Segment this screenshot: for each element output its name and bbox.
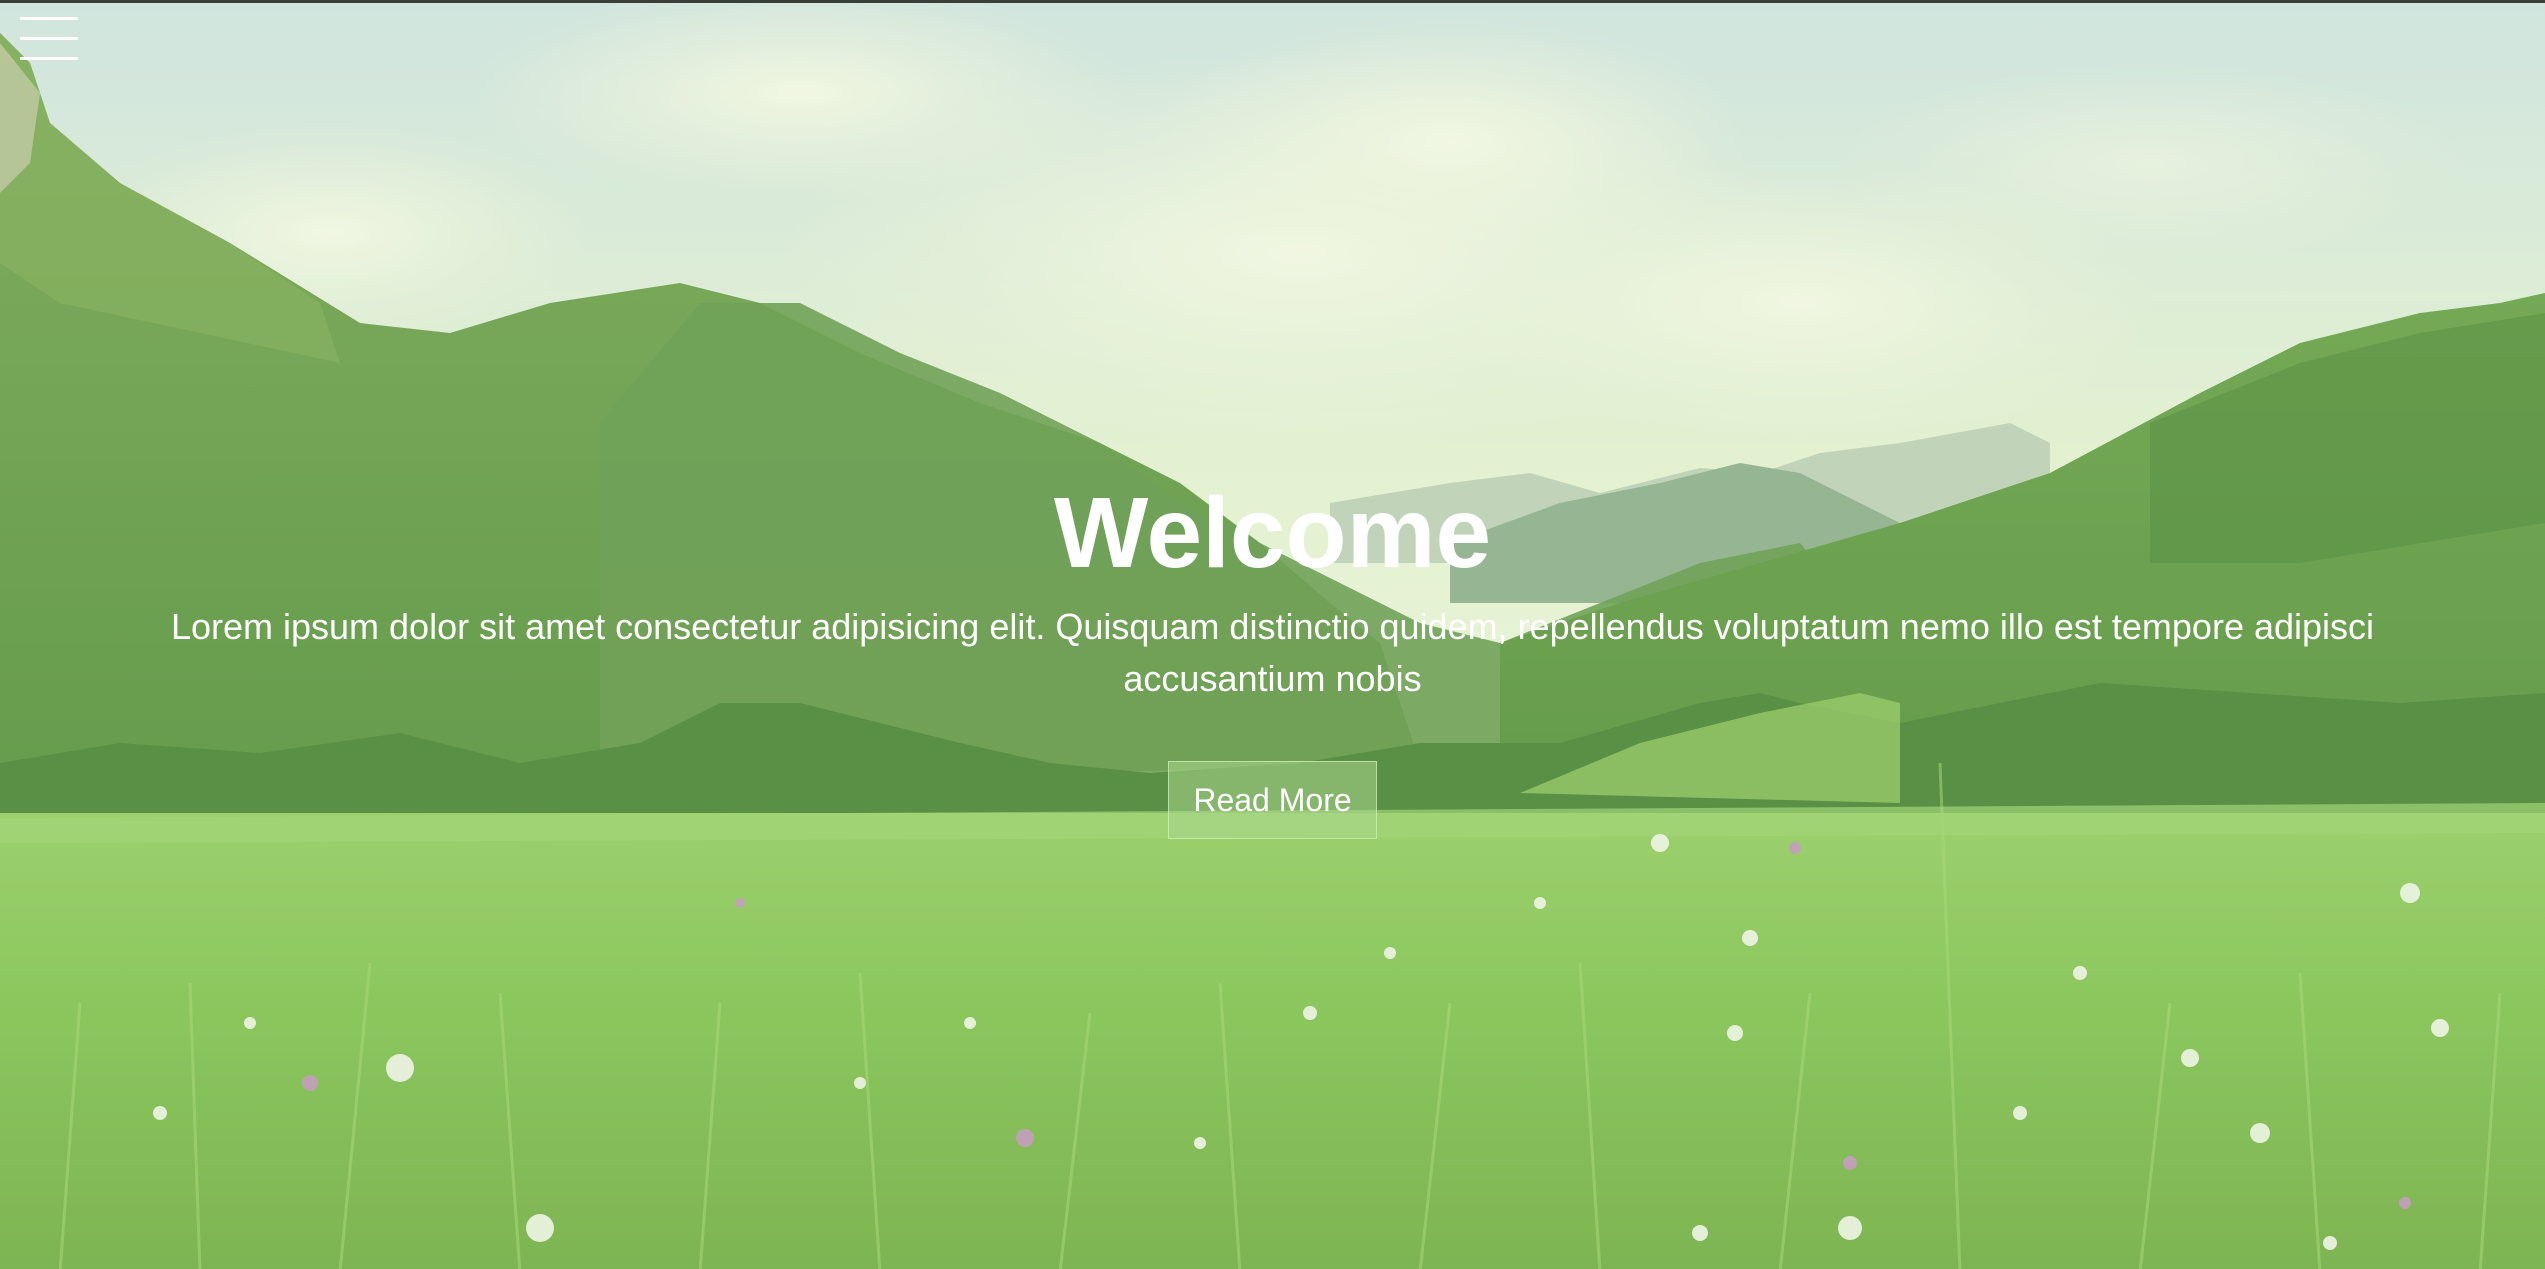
menu-line <box>20 57 78 60</box>
menu-line <box>20 17 78 20</box>
hero-title: Welcome <box>1053 477 1492 589</box>
hero-content: Welcome Lorem ipsum dolor sit amet conse… <box>0 473 2545 839</box>
hero-section: Welcome Lorem ipsum dolor sit amet conse… <box>0 0 2545 1269</box>
hamburger-menu-icon[interactable] <box>20 15 78 63</box>
read-more-button[interactable]: Read More <box>1168 761 1377 839</box>
menu-line <box>20 37 78 40</box>
hero-subtitle: Lorem ipsum dolor sit amet consectetur a… <box>170 606 2375 699</box>
